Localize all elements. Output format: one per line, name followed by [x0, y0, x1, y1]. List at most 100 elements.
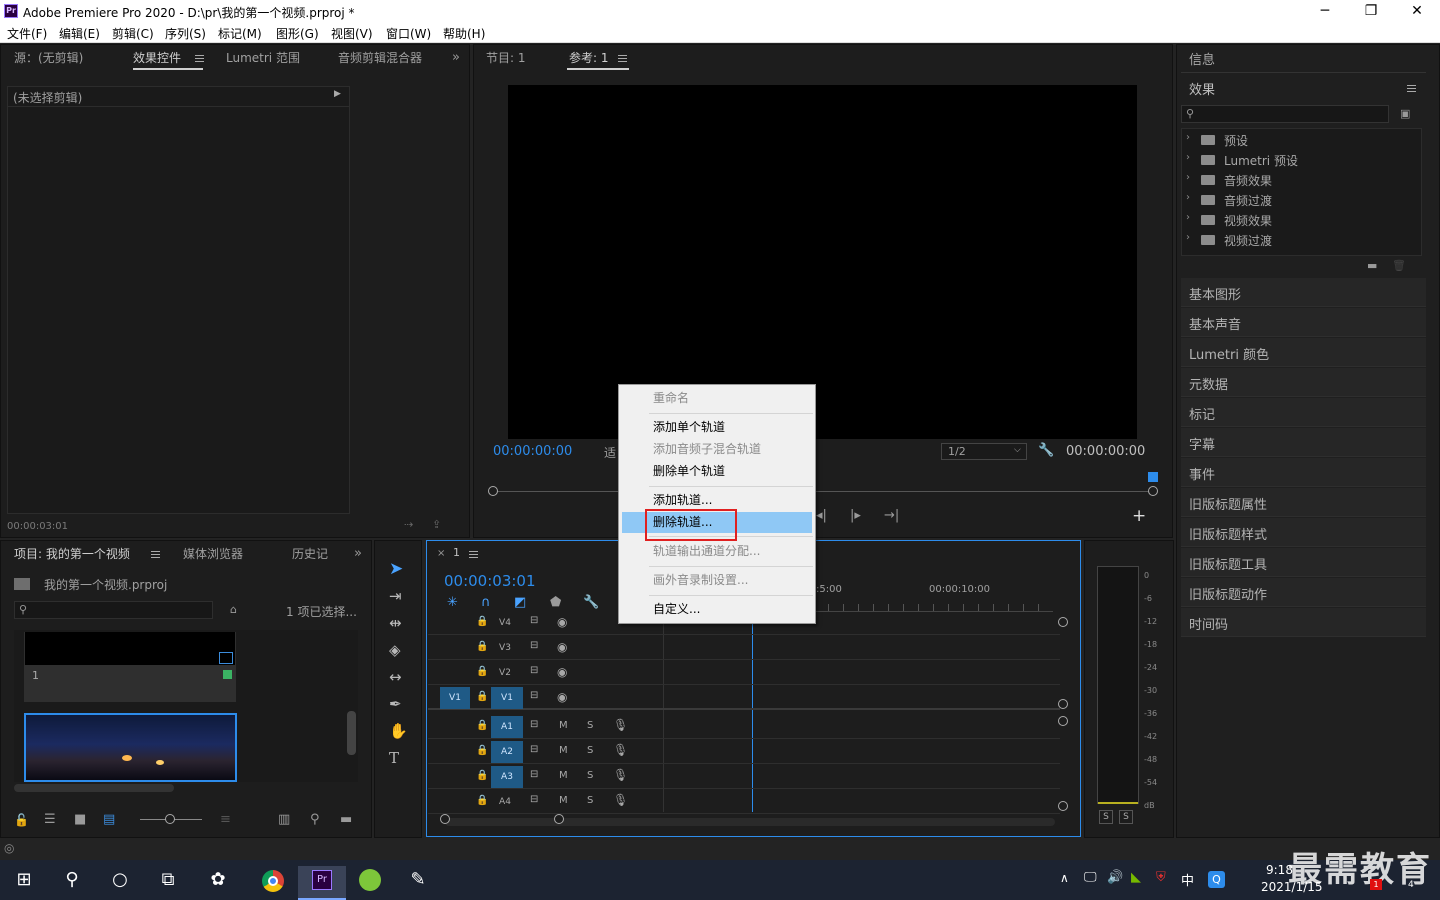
panel-menu-icon[interactable]	[195, 55, 204, 62]
effects-tree-item[interactable]: › 音频过渡	[1183, 190, 1421, 210]
effects-tree-item[interactable]: › 视频效果	[1183, 210, 1421, 230]
network-icon[interactable]: 🖵	[1084, 870, 1097, 885]
solo-button[interactable]: S	[587, 770, 593, 781]
volume-icon[interactable]: 🔊	[1107, 870, 1123, 885]
tab-audio-clip-mixer[interactable]: 音频剪辑混合器	[338, 49, 422, 66]
nvidia-icon[interactable]: ◣	[1131, 870, 1141, 885]
automate-icon[interactable]: ▥	[278, 812, 290, 828]
sync-lock-icon[interactable]: ⊟	[530, 769, 538, 780]
lock-track-icon[interactable]: 🔒	[476, 745, 488, 756]
effects-panel-title[interactable]: 效果	[1189, 79, 1215, 98]
qq-icon[interactable]: Q	[1208, 871, 1225, 888]
more-panels-icon[interactable]: »	[452, 50, 460, 66]
effects-tree-item[interactable]: › Lumetri 预设	[1183, 150, 1421, 170]
timeline-zoom-handle[interactable]	[554, 814, 564, 824]
task-view-icon[interactable]: ⧉	[144, 866, 192, 900]
track-label-a2[interactable]: A2	[491, 741, 523, 763]
tray-expand-icon[interactable]: ∧	[1060, 871, 1069, 885]
collapsed-panel-item[interactable]: 旧版标题工具	[1181, 548, 1426, 577]
eye-icon[interactable]: ◉	[557, 690, 567, 704]
solo-right-button[interactable]: S	[1119, 810, 1133, 824]
icon-view-icon[interactable]: ■	[74, 812, 86, 828]
effects-tree-item[interactable]: › 预设	[1183, 130, 1421, 150]
step-forward-icon[interactable]: |▸	[850, 508, 861, 524]
delete-icon[interactable]: 🗑	[1392, 258, 1406, 274]
zoom-handle-right[interactable]	[1148, 486, 1158, 496]
track-select-tool-icon[interactable]: ⇥	[389, 588, 402, 604]
project-scrollbar[interactable]	[347, 711, 356, 755]
resolution-dropdown[interactable]: 1/2 ⌵	[941, 443, 1027, 460]
snap-magnet-icon[interactable]: ∩	[481, 595, 491, 611]
menu-help[interactable]: 帮助(H)	[443, 25, 485, 42]
track-label-v2[interactable]: V2	[495, 662, 515, 684]
lock-track-icon[interactable]: 🔒	[476, 616, 488, 627]
collapsed-panel-item[interactable]: 旧版标题属性	[1181, 488, 1426, 517]
type-tool-icon[interactable]: T	[389, 750, 399, 766]
close-button[interactable]: ✕	[1394, 0, 1440, 23]
collapsed-panel-item[interactable]: 标记	[1181, 398, 1426, 427]
lock-track-icon[interactable]: 🔒	[476, 691, 488, 702]
tab-media-browser[interactable]: 媒体浏览器	[183, 545, 243, 562]
lock-track-icon[interactable]: 🔒	[476, 666, 488, 677]
freeform-view-icon[interactable]: ▤	[103, 812, 115, 828]
zoom-slider-thumb[interactable]	[165, 814, 175, 824]
menu-item-customize[interactable]: 自定义...	[620, 599, 814, 620]
a-scroll-handle[interactable]	[1058, 716, 1068, 726]
zoom-handle-left[interactable]	[488, 486, 498, 496]
microphone-icon[interactable]: 🎙	[613, 768, 628, 782]
collapsed-panel-item[interactable]: 时间码	[1181, 608, 1426, 637]
play-triangle-icon[interactable]: ▶	[334, 89, 341, 99]
lock-track-icon[interactable]: 🔒	[476, 795, 488, 806]
timeline-settings-wrench-icon[interactable]: 🔧	[583, 595, 599, 611]
track-label-a4[interactable]: A4	[495, 791, 515, 813]
microphone-icon[interactable]: 🎙	[613, 743, 628, 757]
sync-lock-icon[interactable]: ⊟	[530, 794, 538, 805]
selection-tool-icon[interactable]: ➤	[389, 561, 403, 578]
menu-edit[interactable]: 编辑(E)	[59, 25, 100, 42]
effects-tree-item[interactable]: › 音频效果	[1183, 170, 1421, 190]
new-custom-bin-icon[interactable]: ▣	[1400, 106, 1410, 122]
panel-menu-icon[interactable]	[469, 551, 478, 558]
action-center-count[interactable]: 4	[1408, 880, 1414, 890]
menu-item-delete-single-track[interactable]: 删除单个轨道	[620, 461, 814, 482]
tab-source[interactable]: 源：(无剪辑)	[14, 49, 83, 66]
collapsed-panel-item[interactable]: 元数据	[1181, 368, 1426, 397]
solo-left-button[interactable]: S	[1099, 810, 1113, 824]
mute-button[interactable]: M	[559, 770, 568, 781]
collapsed-panel-item[interactable]: 基本图形	[1181, 278, 1426, 307]
collapsed-panel-item[interactable]: 基本声音	[1181, 308, 1426, 337]
lock-icon[interactable]: 🔓	[14, 812, 29, 828]
hand-tool-icon[interactable]: ✋	[389, 723, 408, 739]
menu-view[interactable]: 视图(V)	[331, 25, 373, 42]
sync-lock-icon[interactable]: ⊟	[530, 615, 538, 626]
panel-menu-icon[interactable]	[1407, 85, 1416, 92]
timeline-timecode[interactable]: 00:00:03:01	[444, 572, 536, 590]
effects-tree-item[interactable]: › 视频过渡	[1183, 230, 1421, 250]
add-marker-icon[interactable]: ⬟	[550, 595, 561, 611]
maximize-button[interactable]: ❐	[1348, 0, 1394, 23]
panel-menu-icon[interactable]	[151, 551, 160, 558]
windows-start-icon[interactable]: ⊞	[0, 866, 48, 900]
sync-lock-icon[interactable]: ⊟	[530, 744, 538, 755]
collapsed-panel-item[interactable]: 旧版标题动作	[1181, 578, 1426, 607]
eye-icon[interactable]: ◉	[557, 640, 567, 654]
sort-icon[interactable]: ≡	[220, 812, 231, 828]
track-label-v1[interactable]: V1	[491, 687, 523, 709]
add-button-icon[interactable]: +	[1132, 508, 1146, 525]
mute-button[interactable]: M	[559, 720, 568, 731]
premiere-taskbar-icon[interactable]: Pr	[298, 866, 346, 900]
sequence-thumbnail[interactable]: 1	[24, 632, 236, 702]
filter-icon[interactable]: ⇢	[404, 517, 413, 533]
new-bin-icon[interactable]: ▬	[1367, 258, 1377, 274]
eye-icon[interactable]: ◉	[557, 665, 567, 679]
v-scroll-handle[interactable]	[1058, 617, 1068, 627]
project-h-scrollbar[interactable]	[14, 784, 174, 792]
source-patch-v1[interactable]: V1	[440, 687, 470, 709]
sync-lock-icon[interactable]: ⊟	[530, 690, 538, 701]
menu-item-rename[interactable]: 重命名	[620, 388, 814, 409]
menu-item-voiceover-settings[interactable]: 画外音录制设置...	[620, 570, 814, 591]
cortana-icon[interactable]: ○	[96, 866, 144, 900]
menu-marker[interactable]: 标记(M)	[218, 25, 262, 42]
app-pinwheel-icon[interactable]: ✿	[194, 866, 242, 900]
tab-reference[interactable]: 参考: 1	[569, 49, 609, 66]
